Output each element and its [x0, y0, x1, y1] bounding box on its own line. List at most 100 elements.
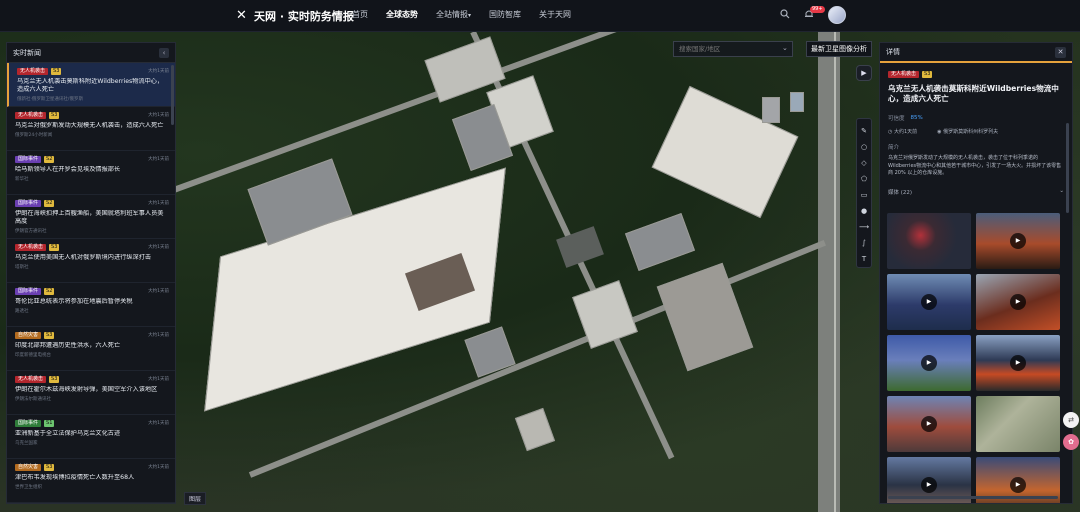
nav-think-tank[interactable]: 国防智库	[489, 9, 521, 20]
media-thumbnail[interactable]: ▶	[887, 274, 971, 330]
main-nav: 首页 全球态势 全站情报▾ 国防智库 关于天网	[352, 9, 589, 20]
detail-location: 俄罗斯莫斯科州科罗列夫	[943, 129, 999, 135]
logo[interactable]: ✕ 天网 · 实时防务情报	[236, 8, 354, 24]
chevron-left-icon[interactable]: ‹	[159, 47, 169, 58]
news-item[interactable]: 无人机袭击 S3 大约1天前 乌克兰对俄罗斯发动大规模无人机袭击，造成六人死亡 俄罗斯2…	[7, 107, 175, 151]
media-thumbnail[interactable]: ▶	[976, 335, 1060, 391]
chevron-down-icon: ▾	[468, 12, 472, 19]
logo-icon: ✕	[236, 8, 247, 23]
point-icon[interactable]: ●	[861, 203, 867, 219]
play-icon[interactable]: ▶	[921, 355, 937, 371]
news-item[interactable]: 自然灾害 S3 大约1天前 印度北部邦遭遇历史性洪水，六人死亡 印度新德里电视台	[7, 327, 175, 371]
score-badge: S3	[49, 243, 60, 251]
news-title: 乌克兰使用美国无人机对俄罗斯境内进行纵深打击	[15, 254, 152, 261]
news-time: 大约1天前	[148, 377, 169, 382]
news-title: 哈马斯领导人在开罗会见埃及情报部长	[15, 166, 121, 173]
text-icon[interactable]: T	[862, 251, 866, 267]
play-icon[interactable]: ▶	[921, 294, 937, 310]
play-icon[interactable]: ▶	[921, 477, 937, 493]
news-time: 大约1天前	[148, 113, 169, 118]
building	[790, 92, 804, 112]
news-item[interactable]: 自然灾害 S3 大约1天前 津巴布韦发现埃博拉疫情死亡人数升至68人 世界卫生组织	[7, 459, 175, 503]
avatar[interactable]	[828, 6, 846, 24]
media-thumbnail[interactable]	[887, 213, 971, 269]
chevron-down-icon[interactable]: ⌄	[782, 44, 788, 52]
horizontal-scrollbar[interactable]	[888, 496, 1058, 499]
score-badge: S3	[922, 71, 933, 78]
news-source: 塔斯社	[15, 265, 29, 270]
news-source: 新华社	[15, 177, 29, 182]
scrollbar[interactable]	[171, 65, 174, 125]
score-badge: S3	[44, 331, 55, 339]
event-tag: 无人机袭击	[15, 111, 47, 119]
media-thumbnail[interactable]: ▶	[887, 396, 971, 452]
news-panel-header: 实时新闻 ‹	[7, 43, 175, 63]
logo-text: 天网 · 实时防务情报	[254, 10, 354, 23]
media-header[interactable]: 媒体 (22) ⌄	[880, 178, 1072, 196]
nav-site-intel[interactable]: 全站情报▾	[436, 9, 471, 20]
nav-global-situation[interactable]: 全球态势	[386, 9, 418, 20]
news-item[interactable]: 国际事件 S2 大约1天前 哥伦比亚总统表示将参加在地震后暂停关税 路透社	[7, 283, 175, 327]
search-icon[interactable]	[780, 8, 790, 22]
region-search-input[interactable]	[673, 41, 793, 57]
news-item[interactable]: 无人机袭击 S3 大约1天前 乌克兰无人机袭击莫斯科附近Wildberries物流中心…	[7, 63, 175, 107]
scrollbar[interactable]	[1066, 123, 1069, 213]
credibility-row: 可信度 85%	[880, 104, 1072, 122]
detail-time: 大约1天前	[893, 129, 918, 135]
score-badge: S2	[44, 199, 55, 207]
media-thumbnail[interactable]: ▶	[976, 274, 1060, 330]
arrow-icon[interactable]: ⟶	[859, 219, 869, 235]
summary-text: 乌克兰对俄罗斯发动了大规模的无人机袭击，袭击了位于科列季诺的Wildberrie…	[888, 155, 1062, 176]
event-tag: 国际事件	[15, 199, 42, 207]
news-source: 乌克兰国家	[15, 441, 38, 446]
media-thumbnail[interactable]: ▶	[976, 213, 1060, 269]
layer-button[interactable]: 图层	[184, 492, 207, 505]
play-icon[interactable]: ▶	[1010, 294, 1026, 310]
news-item[interactable]: 国际事件 S2 大约1天前 伊朗在海峡扣押上百艘渔船，美国就塔利班军事人员美高度 伊朗官…	[7, 195, 175, 239]
rectangle-icon[interactable]: ▭	[861, 187, 868, 203]
event-tag: 国际事件	[15, 419, 42, 427]
media-thumbnail[interactable]: ▶	[887, 335, 971, 391]
notification-badge: 99+	[810, 5, 825, 13]
news-time: 大约1天前	[148, 465, 169, 470]
pen-icon[interactable]: ✎	[861, 123, 867, 139]
media-label: 媒体 (22)	[888, 189, 913, 196]
close-icon[interactable]: ✕	[1055, 46, 1066, 58]
polygon-icon[interactable]: ⬠	[861, 171, 867, 187]
news-title: 哥伦比亚总统表示将参加在地震后暂停关税	[15, 298, 133, 305]
news-tags: 自然灾害 S3	[15, 463, 169, 471]
news-item[interactable]: 无人机袭击 S3 大约1天前 乌克兰使用美国无人机对俄罗斯境内进行纵深打击 塔斯社	[7, 239, 175, 283]
play-icon[interactable]: ▶	[1010, 233, 1026, 249]
chevron-down-icon: ⌄	[1059, 187, 1064, 194]
news-source: 伊朗官方通讯社	[15, 229, 47, 234]
news-item[interactable]: 国际事件 S1 大约1天前 亚洲新基于全立法保护乌克兰文化古迹 乌克兰国家	[7, 415, 175, 459]
nav-home[interactable]: 首页	[352, 9, 368, 20]
translate-icon[interactable]: ⇄	[1063, 412, 1079, 428]
curve-icon[interactable]: ∫	[862, 235, 866, 251]
news-item[interactable]: 国际事件 S2 大约1天前 哈马斯领导人在开罗会见埃及情报部长 新华社	[7, 151, 175, 195]
media-thumbnail[interactable]	[976, 396, 1060, 452]
marker-icon[interactable]: ◇	[861, 155, 866, 171]
play-icon[interactable]: ▶	[1010, 355, 1026, 371]
play-icon[interactable]: ▶	[1010, 477, 1026, 493]
news-time: 大约1天前	[148, 69, 169, 74]
news-title: 乌克兰无人机袭击莫斯科附近Wildberries物流中心，造成六人死亡	[17, 78, 164, 93]
circle-icon[interactable]: ○	[861, 139, 867, 155]
news-time: 大约1天前	[148, 333, 169, 338]
play-icon[interactable]: ▶	[856, 65, 872, 81]
assistant-icon[interactable]: ✿	[1063, 434, 1079, 450]
news-list: 无人机袭击 S3 大约1天前 乌克兰无人机袭击莫斯科附近Wildberries物流中心…	[7, 63, 175, 503]
highway	[818, 32, 840, 512]
building	[762, 97, 780, 123]
news-tags: 无人机袭击 S3	[15, 243, 169, 251]
score-badge: S2	[44, 155, 55, 163]
news-source: 伊朗法尔斯通讯社	[15, 397, 51, 402]
event-tag: 无人机袭击	[17, 67, 49, 75]
satellite-analysis-button[interactable]: 最新卫星图像分析	[806, 41, 872, 57]
news-item[interactable]: 无人机袭击 S3 大约1天前 伊朗在霍尔木兹海峡发射导弹，美国空军介入该地区 伊朗法尔斯…	[7, 371, 175, 415]
news-tags: 自然灾害 S3	[15, 331, 169, 339]
event-tag: 无人机袭击	[15, 243, 47, 251]
play-icon[interactable]: ▶	[921, 416, 937, 432]
bell-icon[interactable]: 99+	[804, 5, 825, 22]
nav-about[interactable]: 关于天网	[539, 9, 571, 20]
